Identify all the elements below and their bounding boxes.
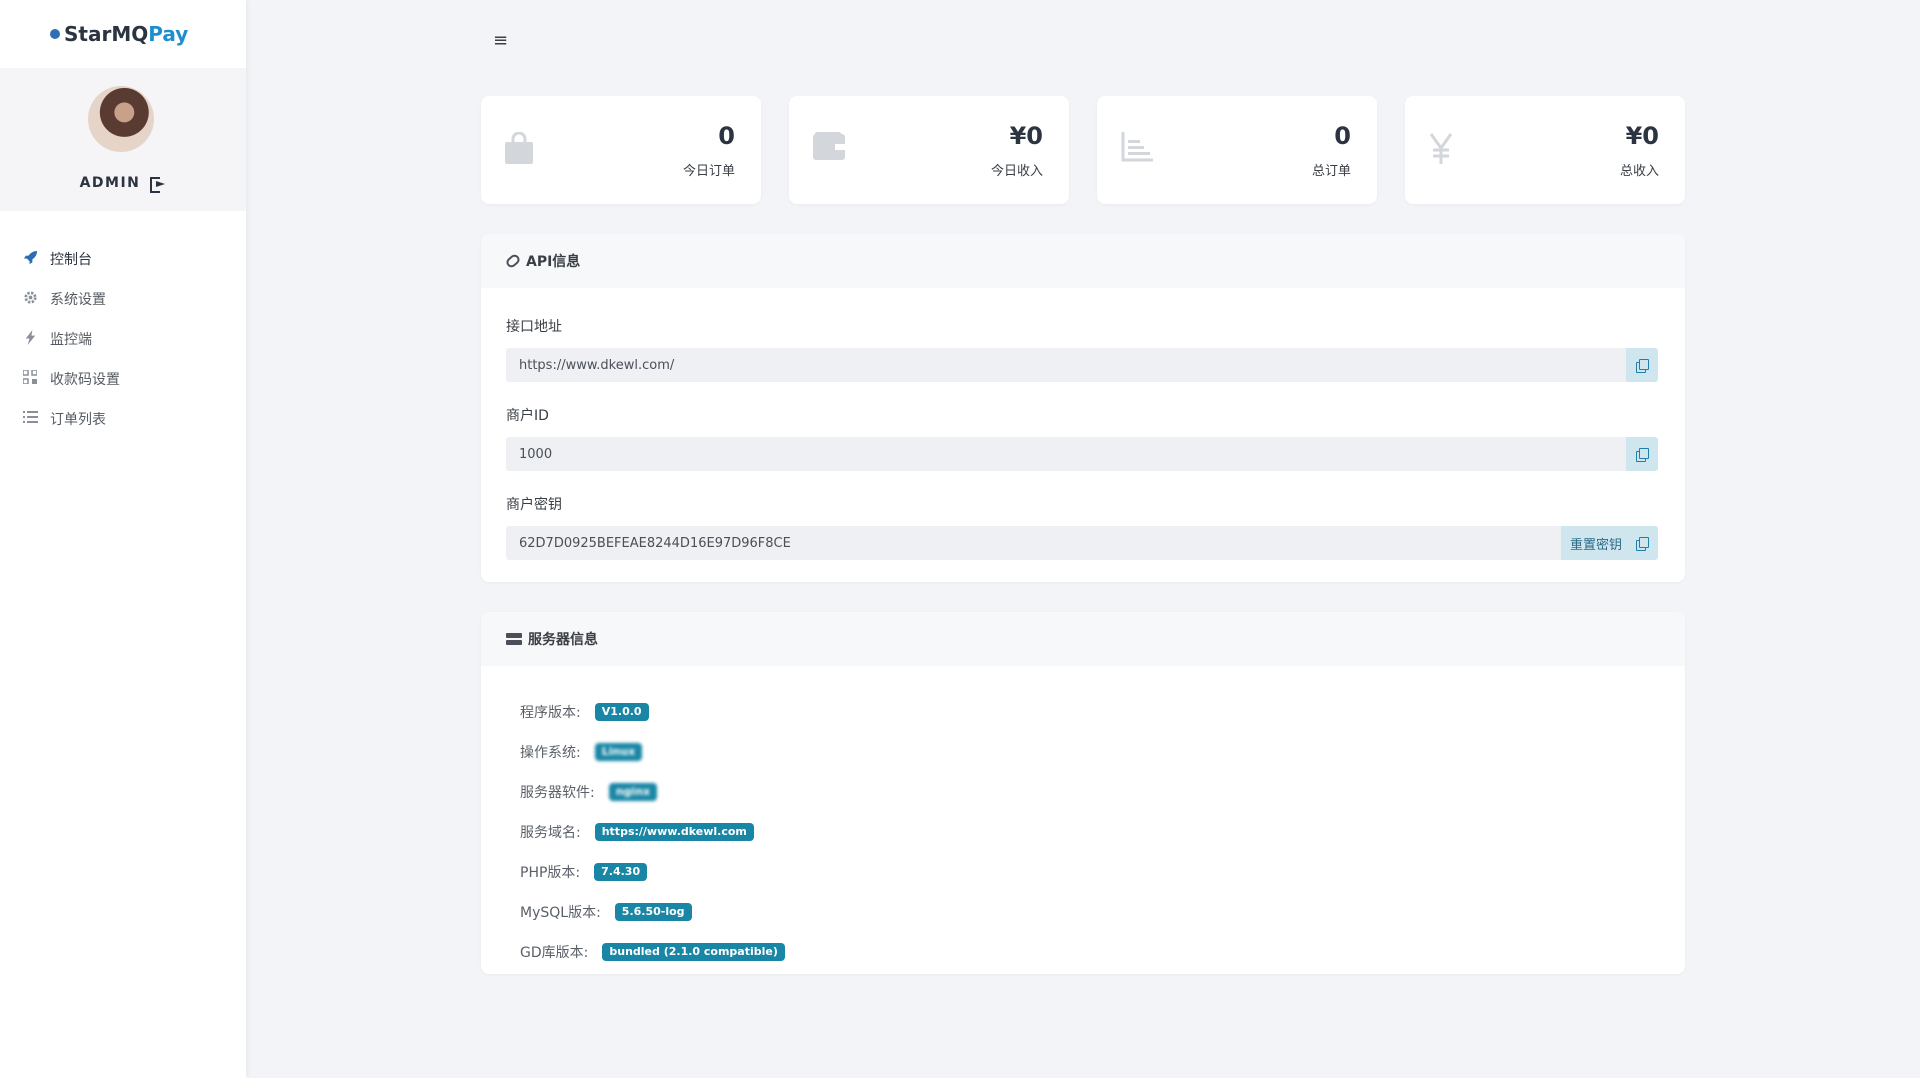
stat-label: 今日订单: [682, 164, 735, 179]
sidebar-item-label: 订单列表: [50, 412, 106, 428]
sidebar-item-label: 控制台: [50, 252, 92, 268]
merchant-id-label: 商户ID: [506, 408, 549, 424]
stat-value: ¥0: [1625, 122, 1659, 150]
endpoint-field: 接口地址: [506, 316, 1658, 382]
copy-icon: [1636, 358, 1649, 373]
gear-icon: [22, 290, 38, 309]
merchant-key-input[interactable]: [506, 526, 1561, 560]
server-info-badge: https://www.dkewl.com: [594, 823, 754, 841]
sidebar-item-settings[interactable]: 系统设置: [0, 279, 246, 319]
stat-card-today-income: ¥0 今日收入: [789, 96, 1069, 204]
brand-name-part1: StarMQ: [64, 22, 149, 46]
endpoint-input[interactable]: [506, 348, 1626, 382]
sidebar-item-orders[interactable]: 订单列表: [0, 399, 246, 439]
copy-icon[interactable]: [1636, 536, 1649, 551]
sidebar-item-label: 系统设置: [50, 292, 106, 308]
shopping-bag-icon: [505, 131, 537, 166]
server-info-row: GD库版本: bundled (2.1.0 compatible): [520, 932, 785, 972]
server-info-badge: nginx: [608, 783, 658, 801]
stat-value: ¥0: [1009, 122, 1043, 150]
sidebar-nav: 控制台 系统设置 监控端 收款码设置 订单列表: [0, 211, 246, 439]
username: ADMIN: [79, 175, 141, 191]
stat-label: 总订单: [1311, 164, 1351, 179]
avatar[interactable]: [88, 86, 154, 152]
endpoint-label: 接口地址: [506, 319, 562, 335]
server-info-badge: Linux: [594, 743, 643, 761]
merchant-id-field: 商户ID: [506, 405, 1658, 471]
menu-toggle-icon[interactable]: ≡: [493, 30, 508, 51]
server-info-card: 服务器信息 程序版本: V1.0.0 操作系统: Linux 服务器软件: ng…: [481, 612, 1685, 974]
server-info-label: PHP版本:: [520, 865, 581, 881]
wallet-icon: [813, 132, 845, 166]
server-info-badge: 5.6.50-log: [614, 903, 692, 921]
server-info-row: 操作系统: Linux: [520, 732, 785, 772]
server-info-row: MySQL版本: 5.6.50-log: [520, 892, 785, 932]
sidebar-item-monitor[interactable]: 监控端: [0, 319, 246, 359]
server-info-list: 程序版本: V1.0.0 操作系统: Linux 服务器软件: nginx 服务…: [520, 692, 785, 972]
merchant-key-label: 商户密钥: [506, 497, 562, 513]
api-info-title: API信息: [526, 254, 581, 270]
bolt-icon: [22, 329, 38, 349]
merchant-id-input[interactable]: [506, 437, 1626, 471]
user-panel: ADMIN: [0, 68, 246, 211]
stat-label: 今日收入: [990, 164, 1043, 179]
server-info-label: 服务域名:: [520, 825, 581, 841]
sidebar: StarMQ Pay ADMIN 控制台 系统设置 监控端 收款码设置 订单列表: [0, 0, 246, 1078]
sidebar-item-label: 收款码设置: [50, 372, 120, 388]
server-info-label: GD库版本:: [520, 945, 589, 961]
sidebar-item-label: 监控端: [50, 332, 92, 348]
chart-icon: [1121, 132, 1153, 166]
stat-label: 总收入: [1619, 164, 1659, 179]
server-info-title: 服务器信息: [528, 632, 598, 648]
server-info-label: 操作系统:: [520, 745, 581, 761]
stat-value: 0: [718, 122, 735, 150]
api-info-header: API信息: [481, 234, 1685, 288]
brand-name-part2: Pay: [148, 22, 189, 46]
stats-row: 0 今日订单 ¥0 今日收入 0 总订单 ¥0 总收入: [481, 96, 1685, 204]
sidebar-item-qrcode[interactable]: 收款码设置: [0, 359, 246, 399]
merchant-key-field: 商户密钥 重置密钥: [506, 494, 1658, 560]
logout-icon[interactable]: [150, 176, 166, 193]
server-info-label: 程序版本:: [520, 705, 581, 721]
server-info-row: 服务域名: https://www.dkewl.com: [520, 812, 785, 852]
server-icon: [506, 633, 522, 645]
server-info-row: 程序版本: V1.0.0: [520, 692, 785, 732]
server-info-badge: bundled (2.1.0 compatible): [602, 943, 785, 961]
server-info-label: MySQL版本:: [520, 905, 601, 921]
server-info-header: 服务器信息: [481, 612, 1685, 666]
stat-card-total-income: ¥0 总收入: [1405, 96, 1685, 204]
brand-logo[interactable]: StarMQ Pay: [0, 0, 246, 68]
server-info-badge: 7.4.30: [594, 863, 648, 881]
server-info-row: 服务器软件: nginx: [520, 772, 785, 812]
stat-card-total-orders: 0 总订单: [1097, 96, 1377, 204]
api-info-card: API信息 接口地址 商户ID 商户密钥 重置密钥: [481, 234, 1685, 582]
reset-key-button[interactable]: 重置密钥: [1560, 526, 1658, 560]
link-icon: [504, 252, 522, 270]
sidebar-item-dashboard[interactable]: 控制台: [0, 239, 246, 279]
copy-endpoint-button[interactable]: [1626, 348, 1658, 382]
qrcode-icon: [22, 369, 38, 388]
server-info-label: 服务器软件:: [520, 785, 595, 801]
yen-icon: [1429, 132, 1461, 166]
logo-icon: [50, 29, 60, 39]
copy-merchant-id-button[interactable]: [1626, 437, 1658, 471]
list-icon: [22, 410, 38, 428]
copy-icon: [1636, 447, 1649, 462]
server-info-row: PHP版本: 7.4.30: [520, 852, 785, 892]
reset-key-label: 重置密钥: [1569, 537, 1622, 553]
rocket-icon: [22, 250, 38, 269]
stat-card-today-orders: 0 今日订单: [481, 96, 761, 204]
server-info-badge: V1.0.0: [594, 703, 649, 721]
stat-value: 0: [1334, 122, 1351, 150]
